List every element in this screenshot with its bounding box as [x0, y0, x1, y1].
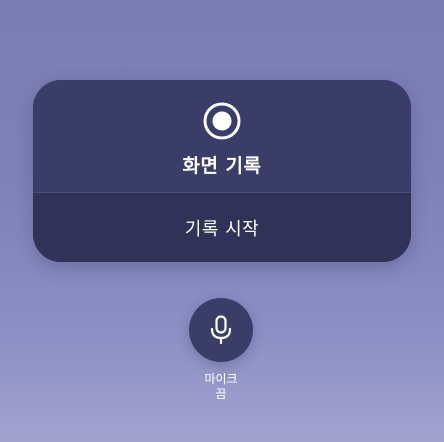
microphone-status-label: 마이크 끔: [172, 372, 270, 402]
start-recording-label: 기록 시작: [184, 218, 260, 240]
microphone-toggle-button[interactable]: [189, 298, 253, 362]
screen-record-title: 화면 기록: [182, 155, 262, 177]
screen-record-header: 화면 기록: [33, 80, 411, 192]
screen-record-panel: 화면 기록 기록 시작: [33, 80, 411, 262]
microphone-label-line1: 마이크: [204, 372, 238, 386]
start-recording-button[interactable]: 기록 시작: [33, 193, 411, 262]
record-icon: [203, 102, 241, 140]
microphone-icon: [210, 315, 232, 345]
microphone-label-line2: 끔: [215, 387, 227, 401]
